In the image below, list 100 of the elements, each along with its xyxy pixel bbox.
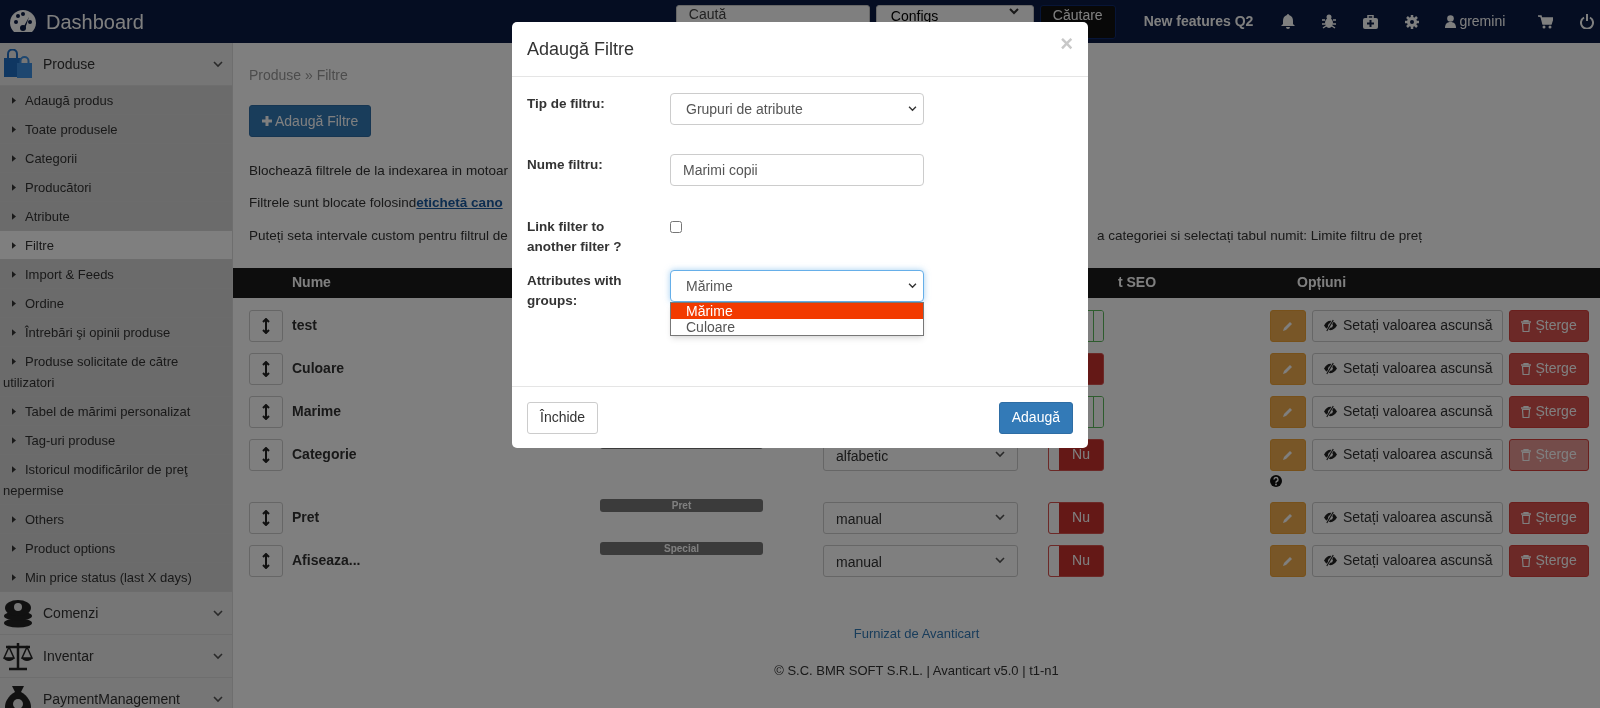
help-icon[interactable] [1270, 474, 1282, 487]
sidebar-section[interactable]: Inventar [0, 635, 232, 678]
sidebar-item[interactable]: Produse solicitate de către utilizatori [0, 347, 232, 397]
powered-by-link[interactable]: Furnizat de Avanticart [853, 624, 980, 644]
hide-value-button[interactable]: Setați valoarea ascunsă [1312, 501, 1504, 534]
tag-badge: Pret [600, 498, 763, 512]
copyright-text: © S.C. BMR SOFT S.R.L. | Avanticart v5.0 | t1-n1 [774, 661, 1059, 680]
caret-icon [12, 213, 16, 220]
drag-handle-button[interactable] [249, 501, 283, 534]
field-label: Link filter to another filter ? [527, 218, 623, 256]
eye-slash-icon [1323, 554, 1338, 568]
close-button[interactable]: Închide [527, 401, 599, 434]
select-field[interactable]: Mărime [670, 270, 924, 302]
seo-toggle[interactable]: Nu [1048, 501, 1104, 534]
bug-icon[interactable] [1322, 14, 1337, 29]
drag-handle-button[interactable] [249, 438, 283, 471]
up-down-arrow-icon [262, 360, 270, 377]
dropdown-option[interactable]: Culoare [671, 319, 923, 335]
sidebar-section[interactable]: PaymentManagement [0, 678, 232, 708]
sidebar-item[interactable]: Istoricul modificărilor de preţ nepermise [0, 455, 232, 505]
sidebar-item[interactable]: Ordine [0, 289, 232, 318]
hide-value-button[interactable]: Setați valoarea ascunsă [1312, 309, 1504, 342]
hide-value-button[interactable]: Setați valoarea ascunsă [1312, 544, 1504, 577]
canonical-link[interactable]: etichetă cano [416, 193, 503, 214]
user-icon[interactable] [1445, 15, 1457, 28]
column-header: Opțiuni [1297, 273, 1347, 293]
drag-handle-button[interactable] [249, 395, 283, 428]
sidebar-item[interactable]: Product options [0, 534, 232, 563]
trash-icon [1521, 405, 1532, 418]
select-field[interactable]: Grupuri de atribute [670, 93, 924, 125]
hide-value-button[interactable]: Setați valoarea ascunsă [1312, 438, 1504, 471]
settings-icon[interactable] [1405, 14, 1420, 29]
note-text: Filtrele sunt blocate folosind [249, 194, 417, 213]
sidebar-item[interactable]: Adaugă produs [0, 86, 232, 115]
username-link[interactable]: gremini [1459, 11, 1506, 32]
drag-handle-button[interactable] [249, 352, 283, 385]
caret-icon [12, 516, 16, 523]
sidebar-item[interactable]: Min price status (last X days) [0, 563, 232, 592]
sidebar-item[interactable]: Categorii [0, 144, 232, 173]
note-text: Puteți seta intervale custom pentru filtrul de [249, 227, 508, 243]
trash-icon [1521, 554, 1532, 567]
delete-button[interactable]: Șterge [1509, 544, 1589, 577]
sidebar-item[interactable]: Tag-uri produse [0, 426, 232, 455]
new-features-link[interactable]: New features Q2 [1143, 11, 1254, 32]
order-select[interactable]: manual [823, 501, 1018, 534]
chevron-down-icon [213, 652, 223, 660]
pencil-icon [1282, 554, 1294, 567]
drag-handle-button[interactable] [249, 309, 283, 342]
caret-icon [12, 126, 16, 133]
sidebar-item[interactable]: Atribute [0, 202, 232, 231]
up-down-arrow-icon [262, 446, 270, 463]
order-select[interactable]: manual [823, 544, 1018, 577]
sidebar-item[interactable]: Toate produsele [0, 115, 232, 144]
delete-button[interactable]: Șterge [1509, 501, 1589, 534]
checkbox[interactable] [670, 221, 682, 233]
chevron-down-icon [213, 695, 223, 703]
plus-icon [262, 116, 272, 126]
cart-icon[interactable] [1538, 14, 1554, 29]
trash-icon [1521, 511, 1532, 524]
hide-value-button[interactable]: Setați valoarea ascunsă [1312, 395, 1504, 428]
row-name: Marime [292, 402, 342, 422]
sidebar-section[interactable]: Comenzi [0, 592, 232, 635]
caret-icon [12, 329, 16, 336]
up-down-arrow-icon [262, 317, 270, 334]
pencil-icon [1282, 319, 1294, 332]
chevron-down-icon [213, 60, 223, 68]
row-name: Pret [292, 508, 320, 528]
drag-handle-button[interactable] [249, 544, 283, 577]
sidebar-item[interactable]: Producători [0, 173, 232, 202]
sidebar-item[interactable]: Tabel de mărimi personalizat [0, 397, 232, 426]
seo-toggle[interactable]: Nu [1048, 544, 1104, 577]
bell-icon[interactable] [1281, 14, 1296, 29]
hide-value-button[interactable]: Setați valoarea ascunsă [1312, 352, 1504, 385]
add-filter-button[interactable]: Adaugă Filtre [249, 105, 372, 137]
field-label: Tip de filtru: [527, 95, 606, 113]
caret-icon [12, 437, 16, 444]
sidebar-item[interactable]: Others [0, 505, 232, 534]
dropdown-option[interactable]: Mărime [671, 303, 923, 319]
medkit-icon[interactable] [1363, 14, 1379, 29]
sidebar-item[interactable]: Întrebări şi opinii produse [0, 318, 232, 347]
up-down-arrow-icon [262, 552, 270, 569]
delete-button[interactable]: Șterge [1509, 395, 1589, 428]
caret-icon [12, 271, 16, 278]
text-field[interactable]: Marimi copii [670, 154, 924, 186]
delete-button[interactable]: Șterge [1509, 352, 1589, 385]
power-icon[interactable] [1580, 14, 1595, 29]
chevron-down-icon [1008, 7, 1019, 15]
delete-button[interactable]: Șterge [1509, 309, 1589, 342]
chevron-down-icon [908, 106, 917, 112]
tag-badge: Special [600, 541, 763, 555]
chevron-down-icon [995, 451, 1005, 459]
app-title[interactable]: Dashboard [46, 6, 144, 37]
add-button[interactable]: Adaugă [998, 401, 1073, 434]
sidebar-item[interactable]: Import & Feeds [0, 260, 232, 289]
caret-icon [12, 466, 16, 473]
chevron-down-icon [908, 283, 917, 289]
trash-icon [1521, 448, 1532, 461]
coins-icon [3, 598, 33, 628]
pencil-icon [1282, 362, 1294, 375]
sidebar-item[interactable]: Filtre [0, 231, 232, 260]
